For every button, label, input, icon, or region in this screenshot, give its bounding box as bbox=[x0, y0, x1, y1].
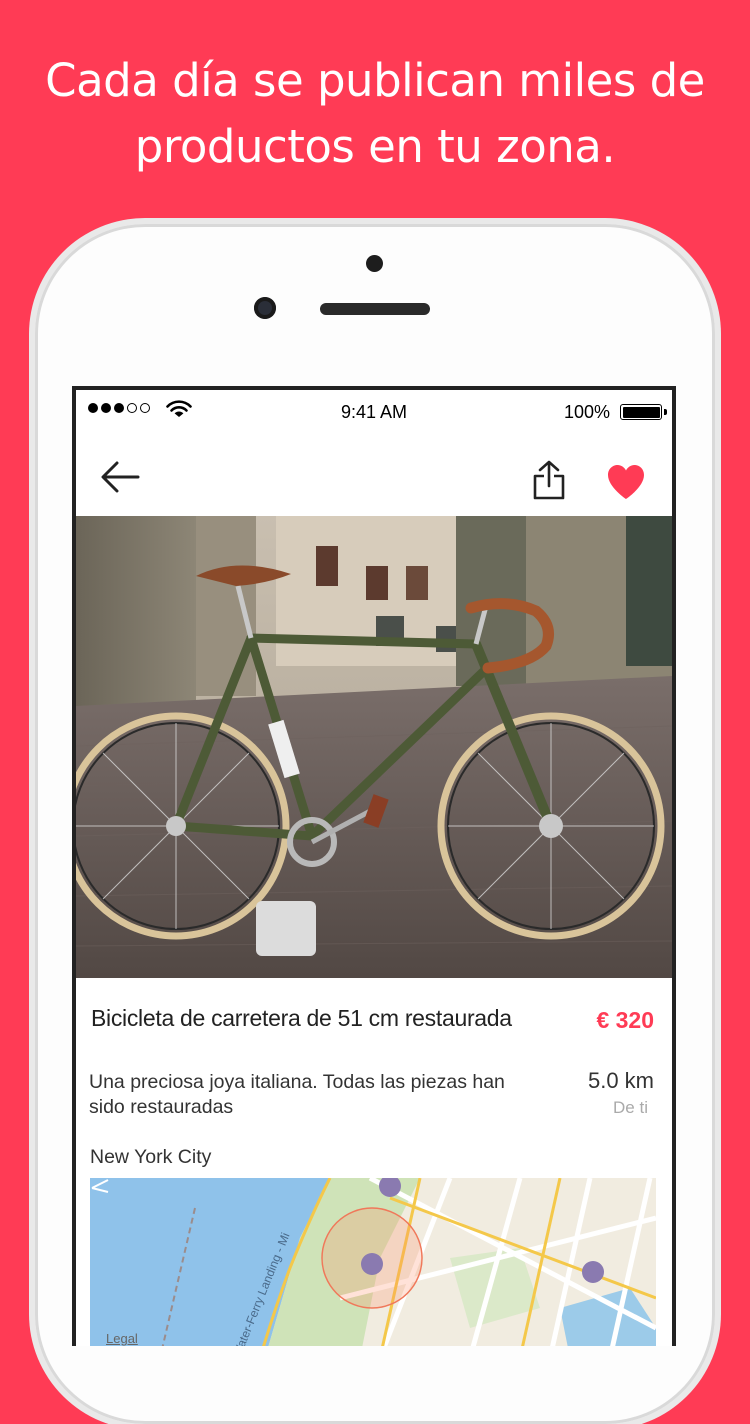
battery-percent: 100% bbox=[563, 402, 610, 422]
bicycle-image bbox=[76, 516, 672, 978]
share-icon[interactable] bbox=[532, 460, 566, 500]
headline-line-2: productos en tu zona. bbox=[134, 120, 616, 173]
phone-sensor bbox=[366, 255, 383, 272]
phone-screen: 9:41 AM 100% Bicicleta de carretera de 5… bbox=[72, 386, 676, 1346]
status-bar: 9:41 AM 100% bbox=[76, 390, 672, 430]
navigation-bar bbox=[76, 430, 672, 517]
distance-label: De ti bbox=[613, 1098, 648, 1117]
map-legal-link[interactable]: Legal bbox=[106, 1331, 138, 1346]
product-distance: 5.0 km bbox=[587, 1068, 654, 1093]
headline-line-1: Cada día se publican miles de bbox=[45, 54, 705, 107]
battery-tip bbox=[664, 409, 667, 415]
location-map[interactable]: Water-Ferry Landing - Mi Legal bbox=[90, 1178, 656, 1346]
front-camera bbox=[254, 297, 276, 319]
map-graphic: Water-Ferry Landing - Mi bbox=[90, 1178, 656, 1346]
product-price: € 320 bbox=[596, 1007, 654, 1033]
app-screen: 9:41 AM 100% Bicicleta de carretera de 5… bbox=[76, 390, 672, 1346]
product-photo[interactable] bbox=[76, 516, 672, 978]
arrow-left-icon[interactable] bbox=[100, 460, 140, 494]
battery-icon bbox=[620, 404, 662, 420]
earpiece-speaker bbox=[320, 303, 430, 315]
heart-icon[interactable] bbox=[606, 464, 646, 500]
product-title: Bicicleta de carretera de 51 cm restaura… bbox=[91, 1005, 512, 1031]
product-city: New York City bbox=[90, 1146, 212, 1168]
product-description: Una preciosa joya italiana. Todas las pi… bbox=[89, 1071, 505, 1118]
headline: Cada día se publican miles de productos … bbox=[20, 48, 730, 180]
